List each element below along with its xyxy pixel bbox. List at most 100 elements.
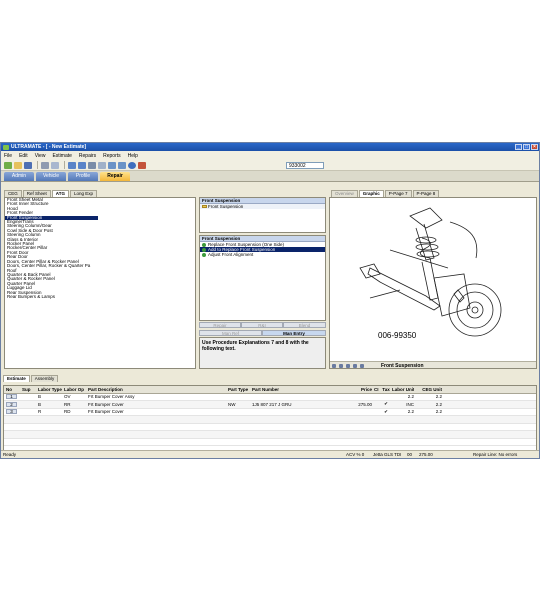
graphic-caption: Front Suspension	[381, 362, 424, 369]
tab-graphic[interactable]: Graphic	[358, 190, 384, 197]
maximize-button[interactable]: □	[523, 144, 530, 150]
table-cell: NW	[228, 401, 236, 407]
column-header[interactable]: CEG Unit	[414, 387, 442, 392]
tab-repair[interactable]: Repair	[100, 172, 130, 181]
down-icon[interactable]	[360, 363, 364, 368]
grid-icon[interactable]	[68, 161, 76, 169]
row-number-button[interactable]: 3	[6, 409, 17, 415]
column-header[interactable]: CI	[372, 387, 380, 392]
status-text: Ready	[3, 452, 17, 457]
title-bar: ULTRAMATE - [ - New Estimate] _ □ ×	[1, 143, 539, 151]
image-icon[interactable]	[118, 161, 126, 169]
menu-edit[interactable]: Edit	[19, 153, 28, 159]
row-number-button[interactable]: 2	[6, 401, 17, 407]
table-cell: B	[38, 394, 42, 400]
save-icon[interactable]	[24, 161, 32, 169]
minimize-button[interactable]: _	[515, 144, 522, 150]
estimate-tabs: Estimate Assembly	[3, 375, 59, 382]
menu-reports[interactable]: Reports	[103, 153, 121, 159]
estimate-number-field[interactable]: 933002	[286, 162, 324, 169]
status-repair-line: Repair Line: No errors	[473, 452, 518, 457]
table-cell: B	[38, 401, 42, 407]
status-version: ACV % 0	[346, 452, 365, 457]
man-ref-button[interactable]: Man Ref	[199, 330, 262, 336]
column-header[interactable]: Part Number	[250, 387, 330, 392]
open-icon[interactable]	[14, 161, 22, 169]
row-number-button[interactable]: 1	[6, 394, 17, 400]
tab-overview[interactable]: Overview	[331, 190, 358, 197]
column-header[interactable]: Part Description	[86, 387, 226, 392]
blend-button[interactable]: Blend	[283, 322, 326, 328]
help-icon[interactable]	[128, 161, 136, 169]
table-cell: 275.00	[358, 401, 372, 407]
table-cell: RD	[64, 409, 71, 415]
section-tabs: CEG Ref Sheet ATG Long Exp	[4, 190, 98, 197]
column-header[interactable]: Labor Type	[36, 387, 62, 392]
tab-profile[interactable]: Profile	[68, 172, 98, 181]
table-cell: 2.2	[435, 409, 442, 415]
r-and-i-button[interactable]: R&I	[241, 322, 283, 328]
preview-icon[interactable]	[51, 161, 59, 169]
list-icon[interactable]	[78, 161, 86, 169]
column-header[interactable]: Sup	[20, 387, 36, 392]
column-header[interactable]: Tax	[380, 387, 390, 392]
column-header[interactable]: Part Type	[226, 387, 250, 392]
tab-admin[interactable]: Admin	[4, 172, 34, 181]
up-icon[interactable]	[353, 363, 357, 368]
man-entry-button[interactable]: Man Entry	[262, 330, 326, 336]
tree-item-front-suspension[interactable]: Front Suspension	[200, 204, 325, 209]
menu-estimate[interactable]: Estimate	[52, 153, 71, 159]
tab-ref-sheet[interactable]: Ref Sheet	[22, 190, 51, 197]
table-cell: R	[38, 409, 42, 415]
tab-estimate[interactable]: Estimate	[3, 375, 30, 382]
menu-help[interactable]: Help	[128, 153, 138, 159]
table-row[interactable]	[4, 431, 536, 439]
operation-item[interactable]: Adjust Front Alignment	[200, 252, 325, 257]
estimate-table: No Sup Labor Type Labor Op Part Description P…	[3, 385, 537, 451]
table-cell: INC	[406, 401, 414, 407]
section-item[interactable]: Rear Bumpers & Lamps	[5, 294, 195, 299]
tab-ceg[interactable]: CEG	[4, 190, 22, 197]
calc-icon[interactable]	[88, 161, 96, 169]
repair-button[interactable]: Repair	[199, 322, 241, 328]
menu-bar: File Edit View Estimate Repairs Reports …	[1, 151, 539, 160]
table-cell: RR	[64, 401, 71, 407]
column-header[interactable]: Labor Op	[62, 387, 86, 392]
suspension-diagram: 006-99350	[359, 207, 502, 340]
table-cell: 2.2	[407, 409, 414, 415]
menu-repairs[interactable]: Repairs	[79, 153, 96, 159]
tab-atg[interactable]: ATG	[51, 190, 69, 197]
procedure-note: Use Procedure Explanations 7 and 8 with …	[199, 337, 326, 369]
table-row[interactable]	[4, 416, 536, 424]
back-icon[interactable]	[339, 363, 343, 368]
table-row[interactable]: 1 B OV Frt Bumper Cover Assy 2.2 2.2	[4, 394, 536, 401]
forward-icon[interactable]	[346, 363, 350, 368]
menu-view[interactable]: View	[35, 153, 46, 159]
tab-p-page-8[interactable]: P-Page 8	[412, 190, 440, 197]
print-icon[interactable]	[41, 161, 49, 169]
photo-icon[interactable]	[108, 161, 116, 169]
table-row[interactable]: 3 R RD Frt Bumper Cover ✔ 2.2 2.2	[4, 409, 536, 416]
status-bar: Ready ACV % 0 Jetta GLS TDI 00 275.00 Re…	[1, 450, 539, 458]
tab-assembly[interactable]: Assembly	[30, 375, 59, 382]
tab-p-page-7[interactable]: P-Page 7	[384, 190, 412, 197]
home-icon[interactable]	[332, 363, 336, 368]
column-header[interactable]: No	[4, 387, 20, 392]
action-buttons-row-1: Repair R&I Blend	[199, 322, 326, 328]
column-header[interactable]: Labor Unit	[390, 387, 414, 392]
tab-vehicle[interactable]: Vehicle	[36, 172, 66, 181]
close-button[interactable]: ×	[531, 144, 538, 150]
table-row[interactable]: 2 B RR Frt Bumper Cover NW 1J5 807 217 J GRU 2…	[4, 401, 536, 409]
tools-icon[interactable]	[138, 161, 146, 169]
table-row[interactable]	[4, 424, 536, 431]
tab-long-exp[interactable]: Long Exp	[69, 190, 97, 197]
column-header[interactable]: Price	[330, 387, 372, 392]
table-cell: Frt Bumper Cover	[88, 401, 124, 407]
table-row[interactable]	[4, 439, 536, 446]
app-icon[interactable]	[4, 161, 12, 169]
search-icon[interactable]	[98, 161, 106, 169]
menu-file[interactable]: File	[4, 153, 12, 159]
status-field-1: 00	[407, 452, 413, 457]
operation-icon	[202, 252, 206, 257]
graphic-footer: Front Suspension	[330, 361, 536, 369]
